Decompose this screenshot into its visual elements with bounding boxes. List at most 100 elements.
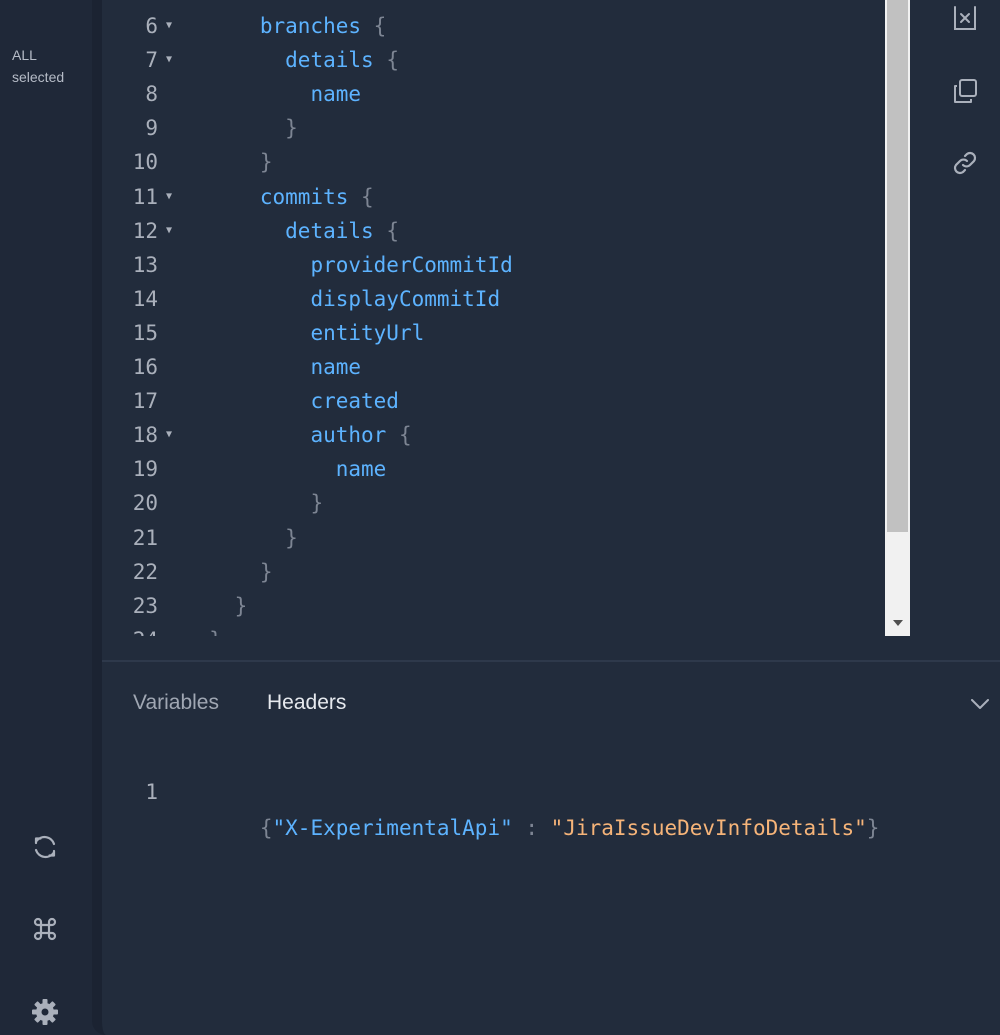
line-number: 17 [132,389,158,414]
code-line: 19 name [102,452,882,486]
refresh-icon [34,835,56,859]
line-number: 13 [132,252,158,277]
code-line: 13 providerCommitId [102,248,882,282]
copy-icon [954,79,977,103]
command-icon [33,917,57,941]
fold-toggle-icon[interactable]: ▼ [166,418,172,452]
code-line: 6 ▼ branches { [102,9,882,43]
line-number: 11 [132,184,158,209]
copy-query-button[interactable] [944,70,986,112]
code-line: 20 } [102,486,882,520]
punctuation: } [234,593,248,618]
caret-down-icon [892,620,903,626]
headers-editor[interactable]: 1 {"X-ExperimentalApi" : "JiraIssueDevIn… [102,774,962,840]
fold-toggle-icon[interactable]: ▼ [166,214,172,248]
line-number: 22 [132,559,158,584]
punctuation: } [310,491,324,516]
line-number: 18 [132,423,158,448]
editor-scrollbar[interactable] [885,0,910,636]
open-brace: { [259,816,273,840]
code-line: 8 name [102,77,882,111]
selection-label: ALL selected [12,44,64,88]
punctuation: { [361,14,387,38]
field-name: commits [259,184,349,209]
field-name: author [310,423,387,448]
fold-toggle-icon[interactable]: ▼ [166,43,172,77]
code-line: 14 displayCommitId [102,282,882,316]
fold-toggle-icon[interactable]: ▼ [166,180,172,214]
refetch-schema-button[interactable] [26,828,64,866]
fold-toggle-icon[interactable]: ▼ [166,9,172,43]
header-colon: : [512,816,551,840]
line-number: 23 [132,593,158,618]
code-line: 10 } [102,145,882,179]
line-number: 12 [132,218,158,243]
selection-label-line2: selected [12,69,65,85]
code-line: 12 ▼ details { [102,214,882,248]
field-name: branches [259,14,362,38]
settings-button[interactable] [26,993,64,1031]
line-number: 8 [145,82,158,107]
punctuation: } [285,116,298,141]
punctuation: } [259,559,273,584]
code-line: 17 created [102,384,882,418]
toggle-editor-tools-button[interactable] [966,692,994,716]
code-line: 21 } [102,521,882,555]
scroll-down-arrow[interactable] [885,616,910,630]
panel-divider[interactable] [102,660,1000,662]
shortcuts-button[interactable] [26,910,64,948]
line-number: 20 [132,491,158,516]
code-line: 15 entityUrl [102,316,882,350]
code-line: 18 ▼ author { [102,418,882,452]
field-name: providerCommitId [310,252,513,277]
close-brace: } [866,816,880,840]
scrollbar-thumb[interactable] [887,0,908,532]
line-number: 9 [145,116,158,141]
link-icon [953,151,977,175]
header-value: "JiraIssueDevInfoDetails" [550,816,867,840]
tab-headers[interactable]: Headers [267,688,346,718]
code-line: 11 ▼ commits { [102,180,882,214]
graphiql-app: ALL selected 6 ▼ branches {7 ▼ details … [0,0,1000,1035]
field-name: name [310,355,362,379]
line-number: 24 [102,623,158,636]
field-name: created [310,389,399,414]
line-number: 14 [132,286,158,311]
punctuation: } [209,628,222,636]
code-line: 9 } [102,111,882,145]
tab-variables[interactable]: Variables [133,688,219,718]
header-key: "X-ExperimentalApi" [272,816,513,840]
punctuation: { [373,218,399,243]
prettify-icon [954,6,976,30]
query-editor[interactable]: 6 ▼ branches {7 ▼ details {8 name 9 } 10 } 11… [102,0,910,636]
line-number: 6 [145,14,158,38]
code-line: 16 name [102,350,882,384]
field-name: details [285,48,374,73]
prettify-button[interactable] [944,0,986,38]
selection-label-line1: ALL [12,47,37,63]
punctuation: { [348,184,374,209]
punctuation: { [386,423,412,448]
code-line: 23 } [102,589,882,623]
share-query-button[interactable] [944,142,986,184]
editor-tools-tabs: Variables Headers [133,688,346,718]
line-number: 15 [132,320,158,345]
line-number: 7 [145,48,158,73]
